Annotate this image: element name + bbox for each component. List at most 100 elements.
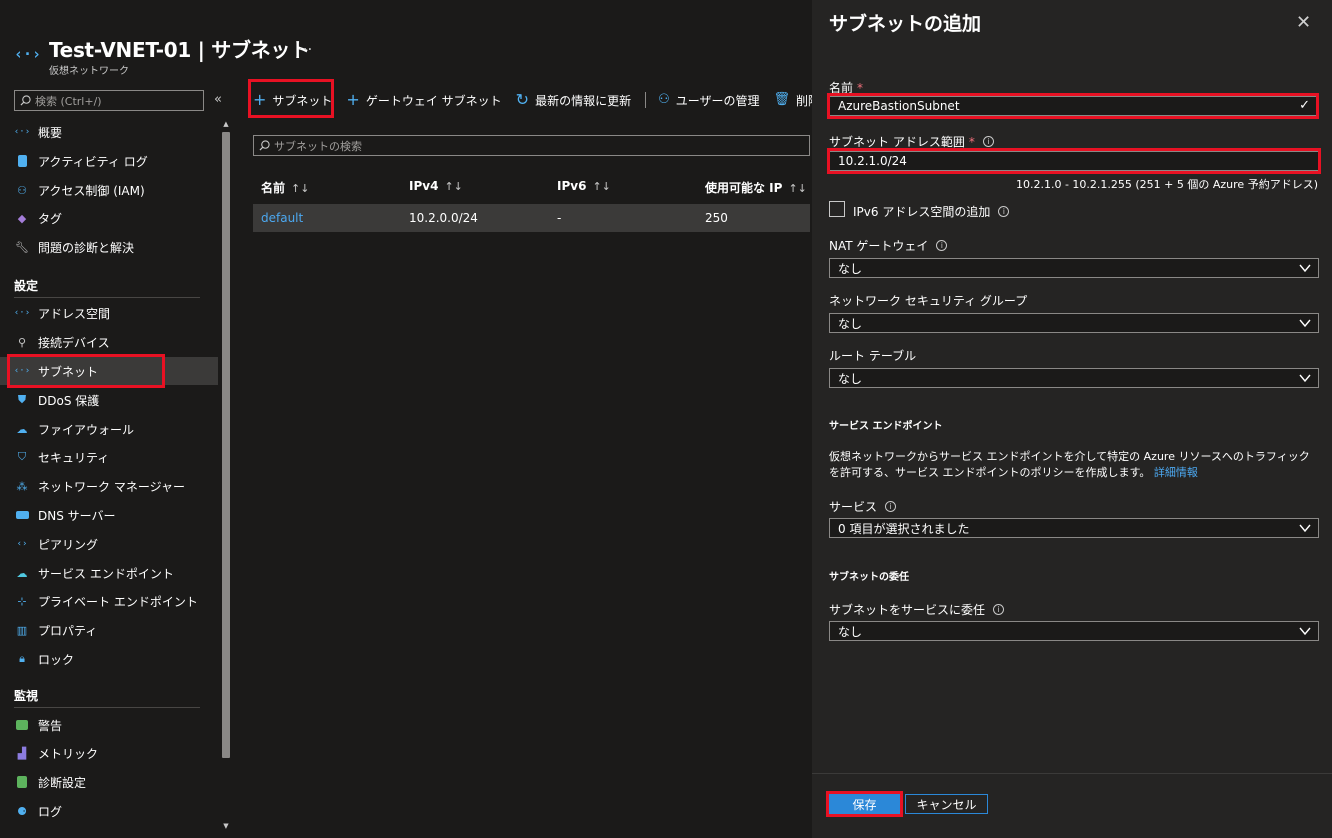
vnet-logo-icon: ‹·› [14, 45, 42, 63]
sidebar-item-ddos[interactable]: ⛊ DDoS 保護 [0, 386, 218, 414]
save-button[interactable]: 保存 [829, 794, 900, 814]
scroll-up-icon[interactable]: ▲ [221, 120, 231, 128]
sidebar-item-label: ロック [38, 652, 75, 667]
ipv6-checkbox-label: IPv6 アドレス空間の追加 i [853, 203, 1010, 220]
address-range-input[interactable]: 10.2.1.0/24 [829, 151, 1319, 171]
sidebar-item-subnets[interactable]: ‹·› サブネット [0, 357, 218, 385]
manage-users-button[interactable]: ⚇ ユーザーの管理 [658, 92, 759, 109]
more-options-button[interactable]: ... [298, 36, 312, 54]
column-header-available-ips[interactable]: 使用可能な IP ↑↓ [705, 179, 807, 196]
sidebar-item-label: プロパティ [38, 623, 98, 638]
sidebar-item-properties[interactable]: ▥ プロパティ [0, 616, 218, 644]
required-mark: * [968, 134, 975, 149]
sidebar-item-security[interactable]: ⛉ セキュリティ [0, 443, 218, 471]
sidebar-section-monitoring: 監視 [14, 689, 39, 703]
refresh-button[interactable]: ↻ 最新の情報に更新 [516, 92, 631, 109]
name-input[interactable]: AzureBastionSubnet ✓ [829, 96, 1319, 116]
sidebar-search-input[interactable]: 検索 (Ctrl+/) [14, 90, 204, 111]
iam-icon: ⚇ [17, 183, 27, 197]
plug-icon: ⚲ [17, 335, 27, 349]
sidebar-item-peering[interactable]: ‹› ピアリング [0, 530, 218, 558]
subnet-search-input[interactable]: サブネットの検索 [253, 135, 810, 156]
services-label-text: サービス [829, 500, 878, 514]
nsg-select[interactable]: なし [829, 313, 1319, 333]
nat-gateway-select[interactable]: なし [829, 258, 1319, 278]
column-header-ipv6[interactable]: IPv6 ↑↓ [557, 179, 611, 193]
sidebar-item-diagnose[interactable]: 🔧︎ 問題の診断と解決 [0, 233, 218, 261]
sidebar-item-label: タグ [38, 211, 63, 226]
column-header-ipv4[interactable]: IPv4 ↑↓ [409, 179, 463, 193]
chevron-down-icon [1299, 319, 1311, 328]
sidebar-item-service-endpoints[interactable]: ☁ サービス エンドポイント [0, 559, 218, 587]
sidebar-item-locks[interactable]: 🔒︎ ロック [0, 645, 218, 673]
name-label-text: 名前 [829, 81, 854, 95]
learn-more-link[interactable]: 詳細情報 [1154, 466, 1198, 479]
sidebar-item-iam[interactable]: ⚇ アクセス制御 (IAM) [0, 176, 218, 204]
sidebar-item-overview[interactable]: ‹·› 概要 [0, 118, 218, 146]
command-bar: + サブネット + ゲートウェイ サブネット ↻ 最新の情報に更新 ⚇ ユーザー… [253, 88, 834, 112]
sidebar-item-activity-log[interactable]: アクティビティ ログ [0, 147, 218, 175]
add-gateway-subnet-button[interactable]: + ゲートウェイ サブネット [346, 92, 501, 109]
services-value: 0 項目が選択されました [838, 521, 970, 536]
trash-icon: 🗑︎ [773, 92, 791, 107]
nsg-label-text: ネットワーク セキュリティ グループ [829, 294, 1028, 308]
address-range-label: サブネット アドレス範囲 * i [829, 133, 994, 150]
info-icon[interactable]: i [982, 136, 994, 147]
shield-icon: ⛊ [17, 393, 27, 406]
logs-icon: ⚈ [17, 804, 27, 818]
sidebar-scrollbar[interactable]: ▲ ▼ [219, 118, 233, 832]
sidebar-item-address-space[interactable]: ‹·› アドレス空間 [0, 299, 218, 327]
ipv6-checkbox[interactable] [829, 201, 845, 217]
activity-log-icon [14, 153, 30, 169]
sidebar-item-dns[interactable]: DNS サーバー [0, 501, 218, 529]
sidebar-item-metrics[interactable]: ▟ メトリック [0, 739, 218, 767]
security-icon: ⛉ [17, 450, 27, 463]
route-table-label: ルート テーブル [829, 347, 916, 364]
tag-icon: ◆ [17, 211, 27, 225]
info-icon[interactable]: i [885, 501, 897, 512]
panel-title: サブネットの追加 [829, 13, 982, 35]
panel-footer-divider [812, 773, 1332, 774]
delegation-select[interactable]: なし [829, 621, 1319, 641]
sidebar-item-connected-devices[interactable]: ⚲ 接続デバイス [0, 328, 218, 356]
ipv6-label-text: IPv6 アドレス空間の追加 [853, 205, 991, 219]
subnet-name-link[interactable]: default [261, 211, 303, 225]
nat-gateway-value: なし [838, 261, 863, 276]
close-icon[interactable]: ✕ [1296, 12, 1311, 33]
add-subnet-button[interactable]: + サブネット [253, 92, 332, 109]
sidebar-item-label: 接続デバイス [38, 335, 110, 350]
scrollbar-thumb[interactable] [222, 132, 230, 758]
collapse-sidebar-button[interactable]: « [214, 92, 222, 107]
sidebar-item-logs[interactable]: ⚈ ログ [0, 797, 218, 825]
sidebar-item-diagnostic-settings[interactable]: 診断設定 [0, 768, 218, 796]
sidebar-item-label: サブネット [38, 364, 99, 379]
sidebar-item-label: ファイアウォール [38, 422, 135, 437]
sidebar-item-firewall[interactable]: ☁ ファイアウォール [0, 415, 218, 443]
sort-icon: ↑↓ [788, 182, 807, 195]
info-icon[interactable]: i [993, 604, 1005, 615]
scroll-down-icon[interactable]: ▼ [221, 822, 231, 830]
nsg-value: なし [838, 316, 863, 331]
services-select[interactable]: 0 項目が選択されました [829, 518, 1319, 538]
peering-icon: ‹› [16, 539, 28, 549]
dns-icon [14, 507, 30, 523]
nat-gateway-label-text: NAT ゲートウェイ [829, 239, 929, 253]
cancel-button[interactable]: キャンセル [905, 794, 988, 814]
sidebar-item-label: 警告 [38, 718, 63, 733]
info-icon[interactable]: i [936, 240, 948, 251]
route-table-value: なし [838, 371, 863, 386]
sidebar-item-tags[interactable]: ◆ タグ [0, 204, 218, 232]
info-icon[interactable]: i [998, 206, 1010, 217]
sidebar-divider [14, 297, 200, 298]
sidebar-item-label: ネットワーク マネージャー [38, 479, 185, 494]
chevron-down-icon [1299, 627, 1311, 636]
plus-icon: + [253, 90, 267, 109]
vnet-icon: ‹·› [13, 127, 31, 137]
sidebar-item-private-endpoints[interactable]: ⊹ プライベート エンドポイント [0, 587, 218, 615]
service-endpoint-icon: ☁ [16, 566, 28, 580]
route-table-select[interactable]: なし [829, 368, 1319, 388]
sidebar-item-alerts[interactable]: 警告 [0, 711, 218, 739]
sidebar-item-label: アクセス制御 (IAM) [38, 183, 145, 198]
sidebar-item-network-manager[interactable]: ⁂ ネットワーク マネージャー [0, 472, 218, 500]
column-header-name[interactable]: 名前 ↑↓ [261, 179, 309, 196]
